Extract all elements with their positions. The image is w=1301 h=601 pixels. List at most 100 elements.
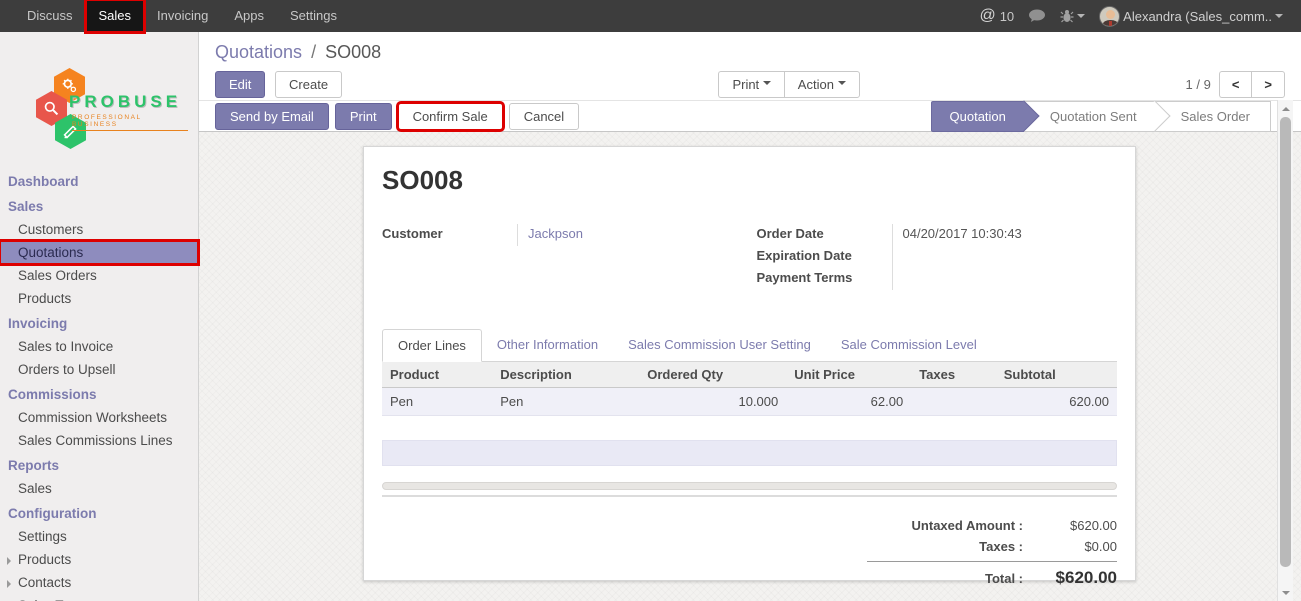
- sidebar-item-config-products[interactable]: Products: [0, 548, 198, 571]
- control-panel: Quotations / SO008 Edit Create Print Act…: [199, 32, 1301, 100]
- cell-taxes: [911, 388, 996, 416]
- sidebar-heading-dashboard[interactable]: Dashboard: [0, 168, 198, 193]
- tab-sales-commission-user-setting[interactable]: Sales Commission User Setting: [613, 329, 826, 362]
- sidebar-item-sales-teams[interactable]: Sales Teams: [0, 594, 198, 601]
- navbar-systray: @ 10 Alexandr: [979, 0, 1301, 32]
- payment-terms-value: [892, 268, 1118, 290]
- table-row[interactable]: Pen Pen 10.000 62.00 620.00: [382, 388, 1117, 416]
- debug-menu-button[interactable]: [1060, 9, 1085, 23]
- expiration-date-label: Expiration Date: [757, 246, 892, 268]
- caret-down-icon: [1077, 14, 1085, 22]
- cell-subtotal: 620.00: [996, 388, 1117, 416]
- sidebar-item-sales-to-invoice[interactable]: Sales to Invoice: [0, 335, 198, 358]
- print-button[interactable]: Print: [335, 103, 392, 130]
- nav-discuss[interactable]: Discuss: [14, 0, 86, 32]
- total-value: $620.00: [1037, 568, 1117, 588]
- create-button[interactable]: Create: [275, 71, 342, 98]
- taxes-value: $0.00: [1037, 539, 1117, 554]
- user-menu[interactable]: Alexandra (Sales_comm..: [1099, 6, 1283, 27]
- status-step-quotation-sent[interactable]: Quotation Sent: [1024, 101, 1155, 132]
- status-pipeline: Quotation Quotation Sent Sales Order: [931, 101, 1271, 132]
- cell-unit-price: 62.00: [786, 388, 911, 416]
- untaxed-amount-value: $620.00: [1037, 518, 1117, 533]
- notebook-tabs: Order Lines Other Information Sales Comm…: [382, 328, 1117, 362]
- col-ordered-qty: Ordered Qty: [639, 362, 786, 388]
- vertical-scrollbar[interactable]: [1277, 100, 1293, 601]
- breadcrumb-current: SO008: [325, 42, 381, 62]
- col-unit-price: Unit Price: [786, 362, 911, 388]
- caret-down-icon: [1275, 14, 1283, 22]
- tab-other-information[interactable]: Other Information: [482, 329, 613, 362]
- top-navbar: Discuss Sales Invoicing Apps Settings @ …: [0, 0, 1301, 32]
- navbar-menu: Discuss Sales Invoicing Apps Settings: [0, 0, 350, 32]
- app-window: Discuss Sales Invoicing Apps Settings @ …: [0, 0, 1301, 601]
- horizontal-scrollbar[interactable]: [382, 482, 1117, 490]
- user-avatar: [1099, 6, 1120, 27]
- sidebar-item-config-contacts[interactable]: Contacts: [0, 571, 198, 594]
- send-by-email-button[interactable]: Send by Email: [215, 103, 329, 130]
- caret-right-icon: [7, 557, 15, 565]
- customer-label: Customer: [382, 224, 517, 246]
- sidebar-item-customers[interactable]: Customers: [0, 218, 198, 241]
- mentions-counter[interactable]: @ 10: [979, 7, 1014, 25]
- sidebar-heading-configuration[interactable]: Configuration: [0, 500, 198, 525]
- mention-count: 10: [1000, 9, 1014, 24]
- action-label: Action: [798, 77, 834, 92]
- probuse-logo: PROBUSE PROFESSIONAL BUSINESS: [28, 68, 188, 150]
- nav-sales[interactable]: Sales: [86, 0, 145, 32]
- order-date-label: Order Date: [757, 224, 892, 246]
- col-description: Description: [492, 362, 639, 388]
- col-product: Product: [382, 362, 492, 388]
- field-group-right: Order Date 04/20/2017 10:30:43 Expiratio…: [757, 224, 1118, 290]
- messages-button[interactable]: [1028, 9, 1046, 23]
- pager-previous-button[interactable]: <: [1219, 71, 1252, 98]
- sidebar-heading-reports[interactable]: Reports: [0, 452, 198, 477]
- tab-order-lines[interactable]: Order Lines: [382, 329, 482, 362]
- confirm-sale-button[interactable]: Confirm Sale: [398, 103, 503, 130]
- payment-terms-label: Payment Terms: [757, 268, 892, 290]
- customer-value[interactable]: Jackpson: [517, 224, 743, 246]
- edit-button[interactable]: Edit: [215, 71, 265, 98]
- sidebar-item-label: Products: [18, 552, 71, 567]
- pager-next-button[interactable]: >: [1251, 71, 1285, 98]
- nav-apps[interactable]: Apps: [221, 0, 277, 32]
- status-step-quotation[interactable]: Quotation: [931, 101, 1024, 132]
- scroll-up-icon[interactable]: [1278, 101, 1293, 116]
- sidebar-heading-commissions[interactable]: Commissions: [0, 381, 198, 406]
- tab-sale-commission-level[interactable]: Sale Commission Level: [826, 329, 992, 362]
- order-lines-table: Product Description Ordered Qty Unit Pri…: [382, 362, 1117, 416]
- breadcrumb-quotations[interactable]: Quotations: [215, 42, 302, 62]
- sidebar-item-sales-commissions-lines[interactable]: Sales Commissions Lines: [0, 429, 198, 452]
- sidebar-item-sales-orders[interactable]: Sales Orders: [0, 264, 198, 287]
- sidebar-heading-invoicing[interactable]: Invoicing: [0, 310, 198, 335]
- col-subtotal: Subtotal: [996, 362, 1117, 388]
- user-name: Alexandra (Sales_comm..: [1123, 9, 1272, 24]
- status-step-sales-order[interactable]: Sales Order: [1155, 101, 1271, 132]
- total-label: Total :: [867, 571, 1037, 586]
- sidebar-item-label: Contacts: [18, 575, 71, 590]
- field-group-left: Customer Jackpson: [382, 224, 743, 290]
- logo-title: PROBUSE: [69, 92, 181, 112]
- action-dropdown[interactable]: Action: [784, 71, 860, 98]
- empty-section-band: [382, 440, 1117, 466]
- sidebar-item-config-settings[interactable]: Settings: [0, 525, 198, 548]
- at-icon: @: [979, 7, 995, 25]
- caret-right-icon: [7, 580, 15, 588]
- scroll-down-icon[interactable]: [1278, 585, 1293, 600]
- caret-down-icon: [763, 81, 771, 89]
- print-dropdown[interactable]: Print: [718, 71, 783, 98]
- sidebar-item-reports-sales[interactable]: Sales: [0, 477, 198, 500]
- sidebar-heading-sales[interactable]: Sales: [0, 193, 198, 218]
- scrollbar-thumb[interactable]: [1280, 117, 1291, 567]
- order-date-value: 04/20/2017 10:30:43: [892, 224, 1118, 246]
- sidebar-item-quotations[interactable]: Quotations: [0, 241, 198, 264]
- sidebar-item-products[interactable]: Products: [0, 287, 198, 310]
- nav-invoicing[interactable]: Invoicing: [144, 0, 221, 32]
- table-header-row: Product Description Ordered Qty Unit Pri…: [382, 362, 1117, 388]
- cancel-button[interactable]: Cancel: [509, 103, 579, 130]
- sidebar-item-orders-to-upsell[interactable]: Orders to Upsell: [0, 358, 198, 381]
- cell-description: Pen: [492, 388, 639, 416]
- sidebar-item-commission-worksheets[interactable]: Commission Worksheets: [0, 406, 198, 429]
- breadcrumb-separator: /: [311, 42, 316, 62]
- nav-settings[interactable]: Settings: [277, 0, 350, 32]
